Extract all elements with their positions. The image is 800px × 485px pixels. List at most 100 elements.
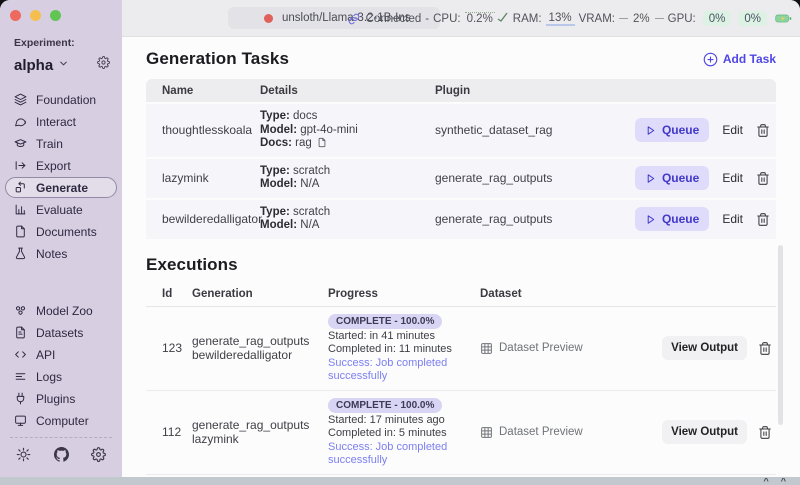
- queue-button[interactable]: Queue: [635, 207, 709, 231]
- generate-icon: [14, 181, 27, 194]
- detail-model-value: gpt-4o-mini: [300, 124, 358, 136]
- sidebar-item-label: Documents: [36, 225, 97, 239]
- vram-sparkline-icon: [655, 18, 664, 19]
- task-plugin: generate_rag_outputs: [435, 212, 616, 226]
- sidebar-item-computer[interactable]: Computer: [5, 410, 117, 431]
- task-details: Type: scratch Model: N/A: [260, 206, 435, 233]
- theme-toggle-sun-icon[interactable]: [16, 447, 31, 467]
- trash-icon: [756, 212, 770, 227]
- minimize-window-button[interactable]: [30, 10, 41, 21]
- delete-execution-button[interactable]: [758, 425, 772, 440]
- delete-task-button[interactable]: [756, 212, 770, 227]
- trash-icon: [758, 341, 772, 356]
- add-task-button[interactable]: Add Task: [703, 52, 776, 67]
- sidebar-item-foundation[interactable]: Foundation: [5, 89, 117, 110]
- vram-value: 2%: [632, 13, 651, 25]
- column-header-plugin: Plugin: [435, 85, 616, 97]
- export-arrow-icon: [14, 159, 27, 172]
- view-output-button[interactable]: View Output: [662, 420, 747, 444]
- delete-task-button[interactable]: [756, 123, 770, 138]
- queue-button[interactable]: Queue: [635, 166, 709, 190]
- column-header-id: Id: [162, 288, 192, 300]
- trash-icon: [756, 123, 770, 138]
- experiment-settings-gear-icon[interactable]: [97, 56, 110, 74]
- sidebar-item-label: Computer: [36, 414, 89, 428]
- doc-file-icon: [317, 137, 327, 148]
- close-window-button[interactable]: [10, 10, 21, 21]
- execution-generation: generate_rag_outputs lazymink: [192, 418, 328, 447]
- status-badge: COMPLETE - 100.0%: [328, 314, 442, 329]
- detail-docs-label: Docs:: [260, 137, 292, 149]
- chevron-down-icon[interactable]: [58, 56, 69, 74]
- settings-gear-icon[interactable]: [91, 447, 106, 467]
- battery-icon: [775, 12, 792, 25]
- column-header-generation: Generation: [192, 288, 328, 300]
- sidebar-item-api[interactable]: API: [5, 344, 117, 365]
- experiment-name-dropdown[interactable]: alpha: [14, 57, 53, 74]
- execution-row: 123 generate_rag_outputs bewilderedallig…: [146, 307, 776, 391]
- system-status-bar: Connected - CPU: 0.2% RAM: 13% VRAM: 2% …: [348, 0, 792, 37]
- sidebar-item-generate[interactable]: Generate: [5, 177, 117, 198]
- generation-task-name: generate_rag_outputs: [192, 334, 328, 349]
- task-row: lazymink Type: scratch Model: N/A genera…: [146, 157, 776, 198]
- sidebar-item-notes[interactable]: Notes: [5, 243, 117, 264]
- detail-docs-value: rag: [295, 137, 312, 149]
- sidebar-item-datasets[interactable]: Datasets: [5, 322, 117, 343]
- edit-task-link[interactable]: Edit: [722, 212, 743, 226]
- titlebar: unsloth/Llama-3.2-1B-Ins Connected - CPU…: [122, 0, 800, 37]
- cpu-label: CPU:: [433, 13, 460, 25]
- sidebar-item-label: API: [36, 348, 55, 362]
- monitor-icon: [14, 414, 27, 427]
- success-text: Success: Job completed successfully: [328, 441, 480, 468]
- main-content: Generation Tasks Add Task Name Details P…: [122, 37, 800, 477]
- secondary-nav: Model Zoo Datasets API Logs Plugins Comp…: [0, 300, 122, 431]
- edit-task-link[interactable]: Edit: [722, 123, 743, 137]
- file-text-icon: [14, 326, 27, 339]
- page-title: Generation Tasks: [146, 49, 289, 69]
- dataset-preview-link[interactable]: Dataset Preview: [480, 342, 660, 355]
- started-text: Started: in 41 minutes: [328, 330, 480, 344]
- delete-execution-button[interactable]: [758, 341, 772, 356]
- plus-circle-icon: [703, 52, 718, 67]
- ram-label: RAM:: [513, 13, 542, 25]
- vertical-scrollbar[interactable]: [778, 245, 783, 425]
- detail-type-value: scratch: [293, 165, 330, 177]
- column-header-name: Name: [162, 85, 260, 97]
- sidebar-item-evaluate[interactable]: Evaluate: [5, 199, 117, 220]
- queue-button[interactable]: Queue: [635, 118, 709, 142]
- task-row: thoughtlesskoala Type: docs Model: gpt-4…: [146, 102, 776, 157]
- sidebar-item-label: Train: [36, 137, 63, 151]
- sidebar-item-label: Export: [36, 159, 71, 173]
- chat-bubble-icon: [14, 115, 27, 128]
- delete-task-button[interactable]: [756, 171, 770, 186]
- generation-run-name: bewilderedalligator: [192, 348, 328, 363]
- execution-id: 112: [162, 425, 192, 439]
- log-lines-icon: [14, 370, 27, 383]
- sidebar-item-documents[interactable]: Documents: [5, 221, 117, 242]
- status-badge: COMPLETE - 100.0%: [328, 398, 442, 413]
- sidebar-item-logs[interactable]: Logs: [5, 366, 117, 387]
- dataset-preview-link[interactable]: Dataset Preview: [480, 426, 660, 439]
- queue-label: Queue: [662, 171, 699, 185]
- zoom-window-button[interactable]: [50, 10, 61, 21]
- column-header-dataset: Dataset: [480, 288, 660, 300]
- completed-text: Completed in: 11 minutes: [328, 343, 480, 357]
- edit-task-link[interactable]: Edit: [722, 171, 743, 185]
- sidebar-item-interact[interactable]: Interact: [5, 111, 117, 132]
- sidebar-item-plugins[interactable]: Plugins: [5, 388, 117, 409]
- add-task-label: Add Task: [723, 52, 776, 66]
- view-output-button[interactable]: View Output: [662, 336, 747, 360]
- sidebar-item-model-zoo[interactable]: Model Zoo: [5, 300, 117, 321]
- detail-model-label: Model:: [260, 124, 297, 136]
- task-name: lazymink: [162, 171, 260, 185]
- github-icon[interactable]: [54, 447, 69, 467]
- generation-run-name: lazymink: [192, 432, 328, 447]
- column-header-progress: Progress: [328, 288, 480, 300]
- executions-table-header: Id Generation Progress Dataset: [146, 282, 776, 307]
- detail-type-value: scratch: [293, 206, 330, 218]
- detail-model-value: N/A: [300, 219, 319, 231]
- sidebar-item-train[interactable]: Train: [5, 133, 117, 154]
- execution-id: 123: [162, 341, 192, 355]
- detail-model-value: N/A: [300, 178, 319, 190]
- sidebar-item-export[interactable]: Export: [5, 155, 117, 176]
